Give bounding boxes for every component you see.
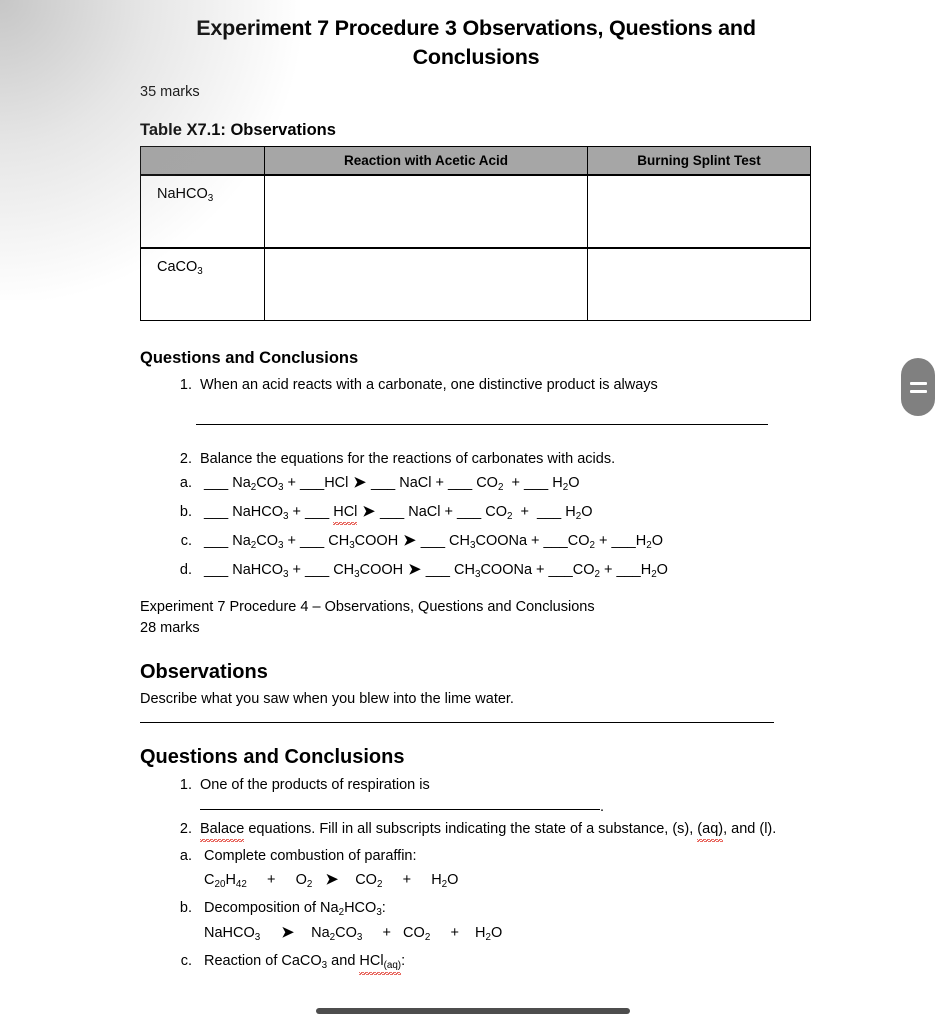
- drag-handle-bar-bottom: [909, 389, 927, 393]
- observations-table: Reaction with Acetic Acid Burning Splint…: [140, 146, 811, 321]
- document-body: Experiment 7 Procedure 3 Observations, Q…: [140, 14, 812, 979]
- item-a-p4[interactable]: Complete combustion of paraffin: C20H42 …: [196, 846, 812, 892]
- equation-b[interactable]: ___ NaHCO3 + ___ HCl ➤ ___ NaCl + ___ CO…: [196, 501, 812, 525]
- balance-equations-list-p4: Complete combustion of paraffin: C20H42 …: [140, 846, 812, 976]
- spellcheck-underline-hcl-aq: HCl(aq): [359, 951, 401, 976]
- answer-line-observations[interactable]: [140, 721, 774, 723]
- spellcheck-underline-hcl: HCl: [333, 502, 358, 525]
- item-c-p4[interactable]: Reaction of CaCO3 and HCl(aq):: [196, 951, 812, 976]
- spellcheck-underline-balace: Balace: [200, 819, 245, 843]
- table-header-splint-test: Burning Splint Test: [587, 146, 811, 176]
- spellcheck-underline-aq: (aq): [697, 819, 723, 843]
- observations-heading: Observations: [140, 661, 268, 683]
- reaction-arrow-icon: ➤: [281, 924, 294, 942]
- table-row-label-caco3: CaCO3: [140, 247, 265, 321]
- marks-procedure-4: 28 marks: [140, 619, 200, 636]
- table-row-label-nahco3: NaHCO3: [140, 174, 265, 249]
- answer-line-q1-p3[interactable]: [196, 424, 768, 425]
- page-title: Experiment 7 Procedure 3 Observations, Q…: [196, 16, 756, 69]
- table-row: NaHCO3: [140, 174, 811, 249]
- table-cell-caco3-splint[interactable]: [587, 247, 811, 321]
- table-header-acetic-acid: Reaction with Acetic Acid: [264, 146, 588, 176]
- reaction-arrow-icon: ➤: [325, 871, 339, 889]
- questions-conclusions-heading-p3: Questions and Conclusions: [140, 349, 359, 367]
- horizontal-scrollbar[interactable]: [316, 1008, 630, 1014]
- balance-equations-list-p3: ___ Na2CO3 + ___HCl ➤ ___ NaCl + ___ CO2…: [140, 472, 812, 582]
- document-page: Experiment 7 Procedure 3 Observations, Q…: [0, 0, 946, 1024]
- reaction-arrow-icon: ➤: [403, 532, 416, 549]
- table-header-blank: [140, 146, 265, 176]
- questions-list-p3: When an acid reacts with a carbonate, on…: [140, 375, 812, 396]
- question-1-p4-text: One of the products of respiration is: [200, 776, 430, 793]
- item-b-equation[interactable]: NaHCO3 ➤ Na2CO3 + CO2 + H2O: [204, 922, 812, 945]
- drag-handle[interactable]: [901, 358, 935, 416]
- marks-procedure-3: 35 marks: [140, 84, 200, 100]
- questions-list-p3-continued: Balance the equations for the reactions …: [140, 449, 812, 470]
- answer-blank-q1-p4[interactable]: [200, 796, 600, 811]
- table-cell-caco3-acetic[interactable]: [264, 247, 588, 321]
- item-a-equation[interactable]: C20H42 + O2 ➤ CO2 + H2O: [204, 869, 812, 892]
- procedure-4-title: Experiment 7 Procedure 4 – Observations,…: [140, 599, 595, 615]
- questions-conclusions-heading-p4: Questions and Conclusions: [140, 745, 405, 768]
- question-1-p3: When an acid reacts with a carbonate, on…: [196, 375, 812, 396]
- table-cell-nahco3-splint[interactable]: [587, 174, 811, 249]
- item-b-prompt: Decomposition of Na2HCO3:: [204, 900, 386, 919]
- question-1-p4: One of the products of respiration is .: [196, 775, 812, 818]
- reaction-arrow-icon: ➤: [353, 474, 366, 491]
- table-header-row: Reaction with Acetic Acid Burning Splint…: [140, 146, 811, 176]
- equation-c[interactable]: ___ Na2CO3 + ___ CH3COOH ➤ ___ CH3COONa …: [196, 530, 812, 553]
- reaction-arrow-icon: ➤: [408, 561, 421, 578]
- question-2-p4: Balace equations. Fill in all subscripts…: [196, 819, 812, 843]
- questions-list-p4: One of the products of respiration is . …: [140, 775, 812, 843]
- observations-prompt: Describe what you saw when you blew into…: [140, 691, 514, 707]
- item-b-p4[interactable]: Decomposition of Na2HCO3: NaHCO3 ➤ Na2CO…: [196, 898, 812, 945]
- table-cell-nahco3-acetic[interactable]: [264, 174, 588, 249]
- table-caption: Table X7.1: Observations: [140, 121, 336, 139]
- question-2-p3: Balance the equations for the reactions …: [196, 449, 812, 470]
- equation-d[interactable]: ___ NaHCO3 + ___ CH3COOH ➤ ___ CH3COONa …: [196, 559, 812, 582]
- item-c-prompt: Reaction of CaCO3 and HCl(aq):: [204, 953, 405, 976]
- reaction-arrow-icon: ➤: [362, 503, 375, 520]
- question-1-p4-period: .: [600, 798, 605, 815]
- equation-a[interactable]: ___ Na2CO3 + ___HCl ➤ ___ NaCl + ___ CO2…: [196, 472, 812, 495]
- table-row: CaCO3: [140, 247, 811, 321]
- drag-handle-bar-top: [909, 381, 927, 385]
- item-a-prompt: Complete combustion of paraffin:: [204, 848, 417, 865]
